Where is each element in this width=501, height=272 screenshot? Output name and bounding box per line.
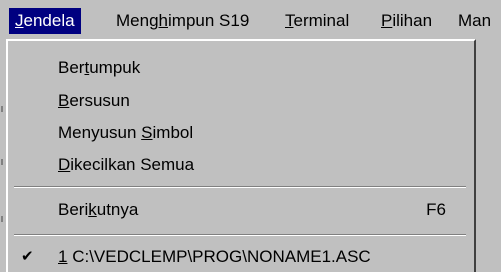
jendela-dropdown-menu: Bertumpuk Bersusun Menyusun Simbol Dikec… xyxy=(6,39,476,272)
menu-separator xyxy=(14,186,466,188)
menu-separator xyxy=(14,234,466,236)
menu-item-label: Dikecilkan Semua xyxy=(58,155,195,174)
menu-jendela[interactable]: Jendela xyxy=(9,8,81,34)
menu-jendela-accel: J xyxy=(15,11,24,30)
menu-item-label: Menyusun Simbol xyxy=(58,123,194,142)
menu-pilihan[interactable]: Pilihan xyxy=(375,8,438,34)
edge-mark xyxy=(1,216,3,222)
menu-pilihan-text-rest: ilihan xyxy=(392,11,433,30)
background-window-edge xyxy=(0,44,4,272)
menu-jendela-text-rest: endela xyxy=(23,11,75,30)
menu-item-menyusun-simbol[interactable]: Menyusun Simbol xyxy=(8,118,474,148)
menu-item-dikecilkan-semua[interactable]: Dikecilkan Semua xyxy=(8,150,474,180)
menu-menghimpun-accel: h xyxy=(158,11,168,30)
menu-item-label: 1 C:\VEDCLEMP\PROG\NONAME1.ASC xyxy=(58,247,371,266)
edge-mark xyxy=(1,159,3,165)
menu-terminal-text-rest: erminal xyxy=(293,11,350,30)
menu-item-label: Bertumpuk xyxy=(58,58,141,77)
menu-man-text: Man xyxy=(458,11,492,30)
menu-terminal[interactable]: Terminal xyxy=(279,8,355,34)
menu-menghimpun-s19[interactable]: Menghimpun S19 xyxy=(110,8,255,34)
menu-menghimpun-text: Meng xyxy=(116,11,159,30)
menu-item-label: Bersusun xyxy=(58,91,130,110)
menu-menghimpun-text-rest: impun S19 xyxy=(168,11,250,30)
menu-man-truncated[interactable]: Man xyxy=(452,8,497,34)
menu-bar: Jendela Menghimpun S19 Terminal Pilihan … xyxy=(0,0,501,39)
menu-item-label: Berikutnya xyxy=(58,200,139,219)
menu-item-bertumpuk[interactable]: Bertumpuk xyxy=(8,53,474,83)
menu-item-bersusun[interactable]: Bersusun xyxy=(8,86,474,116)
menu-item-shortcut: F6 xyxy=(426,200,446,219)
edge-mark xyxy=(1,106,3,112)
menu-item-recent-file-1[interactable]: ✔ 1 C:\VEDCLEMP\PROG\NONAME1.ASC xyxy=(8,242,474,272)
menu-item-berikutnya[interactable]: Berikutnya F6 xyxy=(8,195,474,225)
menu-terminal-accel: T xyxy=(285,11,294,30)
menu-pilihan-accel: P xyxy=(381,11,393,30)
checkmark-icon: ✔ xyxy=(21,248,34,265)
